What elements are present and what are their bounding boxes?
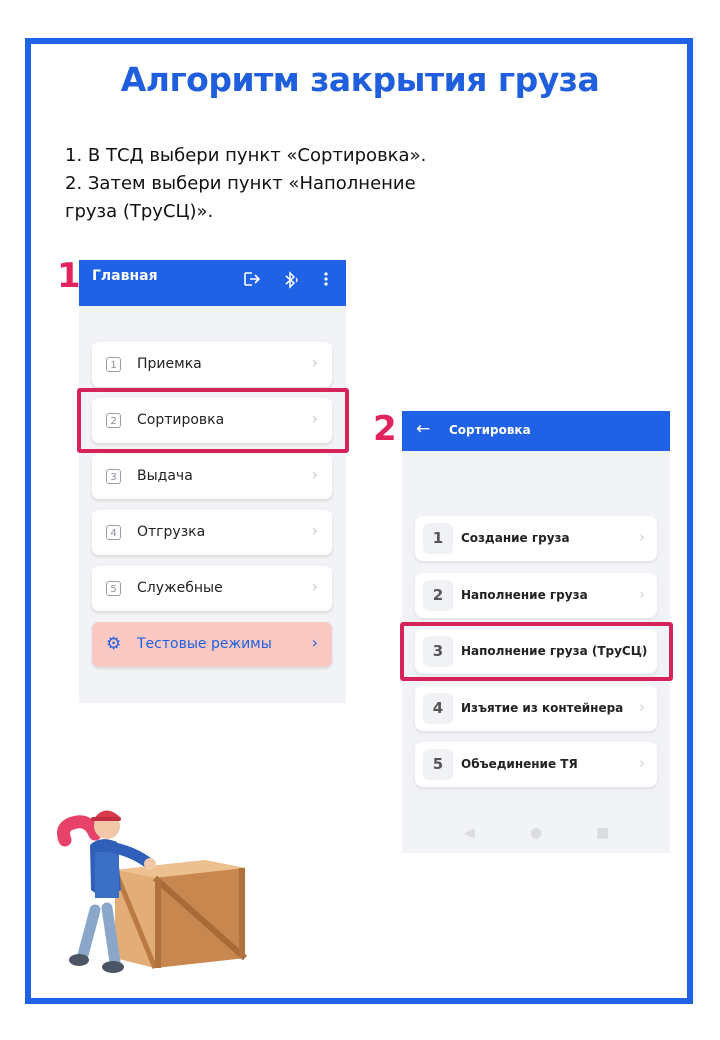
item-number: 1 — [423, 523, 453, 554]
back-arrow-icon[interactable]: ← — [416, 419, 430, 439]
app-bar-title: Сортировка — [449, 423, 531, 437]
item-number: 5 — [423, 749, 453, 780]
menu-item-label: Изъятие из контейнера — [461, 701, 624, 715]
menu-item-create-cargo[interactable]: 1 Создание груза › — [415, 516, 657, 561]
chevron-right-icon: › — [639, 698, 645, 716]
menu-item-label: Приемка — [137, 356, 202, 372]
menu-item-label: Наполнение груза — [461, 588, 588, 602]
bluetooth-icon[interactable] — [280, 271, 302, 293]
app-bar: ← Сортировка — [402, 411, 670, 451]
step-number-1: 1 — [57, 256, 81, 296]
more-vertical-icon[interactable] — [315, 271, 337, 293]
chevron-right-icon: › — [311, 577, 318, 596]
menu-item-label: Служебные — [137, 580, 223, 596]
highlight-sortirovka — [77, 388, 349, 453]
menu-item-remove-from-container[interactable]: 4 Изъятие из контейнера › — [415, 686, 657, 731]
menu-item-label: Создание груза — [461, 531, 570, 545]
nav-back-icon[interactable]: ◀ — [464, 825, 475, 841]
chevron-right-icon: › — [311, 521, 318, 540]
worker-with-crate-illustration — [57, 810, 247, 973]
menu-item-label: Отгрузка — [137, 524, 206, 540]
item-number: 5 — [106, 581, 121, 596]
screen-main-menu: Главная 1 Приемка › 2 Сортировка › 3 Выд… — [79, 260, 346, 703]
app-bar: Главная — [79, 260, 346, 306]
chevron-right-icon: › — [639, 528, 645, 546]
menu-item-priemka[interactable]: 1 Приемка › — [92, 342, 332, 387]
menu-item-fill-cargo[interactable]: 2 Наполнение груза › — [415, 573, 657, 618]
instruction-line: груза (ТруСЦ)». — [65, 201, 214, 222]
gear-icon: ⚙ — [106, 634, 122, 654]
chevron-right-icon: › — [311, 633, 318, 652]
chevron-right-icon: › — [311, 465, 318, 484]
chevron-right-icon: › — [639, 754, 645, 772]
logout-icon[interactable] — [241, 271, 263, 293]
step-number-2: 2 — [373, 409, 397, 449]
menu-item-vydacha[interactable]: 3 Выдача › — [92, 454, 332, 499]
nav-recents-icon[interactable]: ■ — [596, 825, 609, 841]
chevron-right-icon: › — [639, 585, 645, 603]
instruction-line: 2. Затем выбери пункт «Наполнение — [65, 173, 416, 194]
page-title: Алгоритм закрытия груза — [120, 60, 600, 99]
item-number: 4 — [423, 693, 453, 724]
instruction-line: 1. В ТСД выбери пункт «Сортировка». — [65, 145, 427, 166]
menu-item-sluzhebnye[interactable]: 5 Служебные › — [92, 566, 332, 611]
chevron-right-icon: › — [311, 353, 318, 372]
menu-item-otgruzka[interactable]: 4 Отгрузка › — [92, 510, 332, 555]
item-number: 1 — [106, 357, 121, 372]
menu-item-test-modes[interactable]: ⚙ Тестовые режимы › — [92, 622, 332, 667]
menu-item-label: Выдача — [137, 468, 193, 484]
instructions: 1. В ТСД выбери пункт «Сортировка». 2. З… — [65, 142, 465, 226]
app-bar-title: Главная — [92, 268, 158, 284]
item-number: 3 — [106, 469, 121, 484]
nav-home-icon[interactable]: ● — [530, 825, 542, 841]
highlight-fill-cargo-trusc — [400, 622, 673, 681]
item-number: 2 — [423, 580, 453, 611]
menu-item-label: Объединение ТЯ — [461, 757, 578, 771]
menu-item-merge[interactable]: 5 Объединение ТЯ › — [415, 742, 657, 787]
menu-item-label: Тестовые режимы — [137, 636, 272, 652]
item-number: 4 — [106, 525, 121, 540]
